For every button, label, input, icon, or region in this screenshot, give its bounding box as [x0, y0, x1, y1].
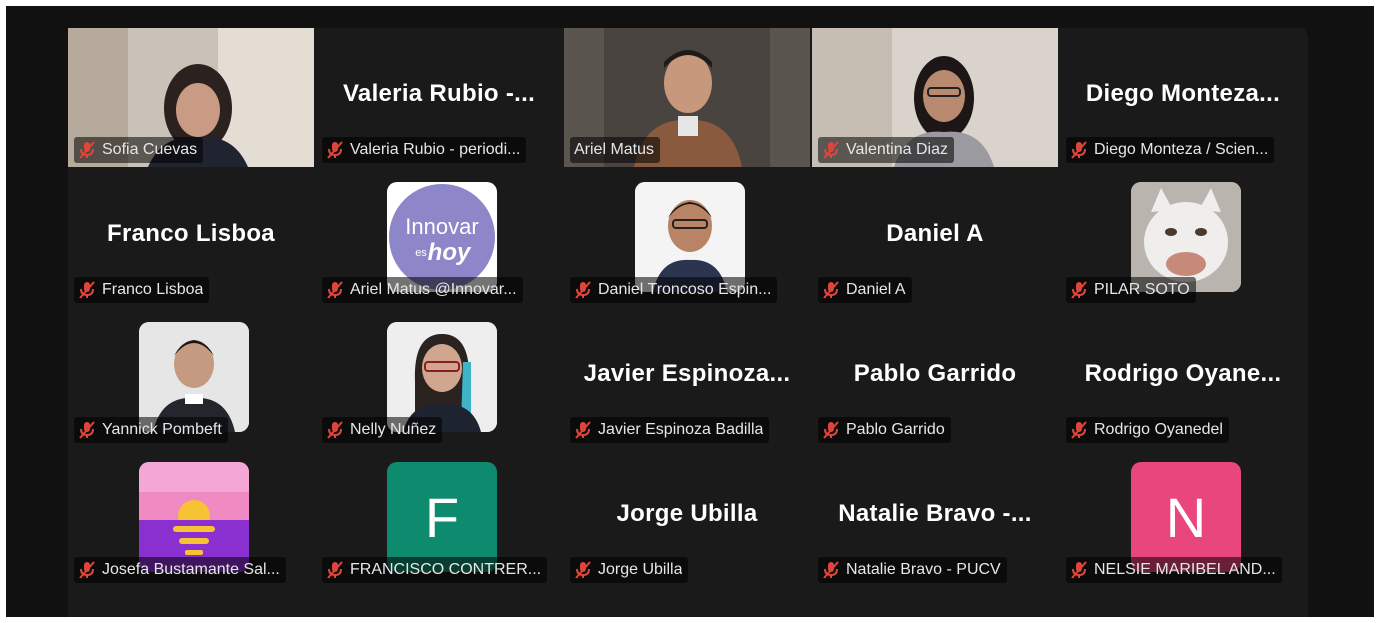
name-label: Valentina Diaz	[818, 137, 954, 163]
participant-tile-sofia[interactable]: Sofia Cuevas	[68, 28, 314, 167]
name-label: Natalie Bravo - PUCV	[818, 557, 1007, 583]
profile-picture	[139, 322, 249, 432]
participant-display-name: Valeria Rubio -...	[342, 80, 536, 107]
name-label: Ariel Matus	[570, 137, 661, 163]
svg-text:hoy: hoy	[428, 239, 472, 266]
participant-display-name: Pablo Garrido	[853, 360, 1017, 387]
name-label: FRANCISCO CONTRER...	[322, 557, 548, 583]
participant-tile-nelsie[interactable]: N NELSIE MARIBEL AND...	[1060, 448, 1306, 587]
participant-display-name: Rodrigo Oyane...	[1084, 360, 1282, 387]
person-photo	[635, 182, 745, 292]
profile-picture	[387, 322, 497, 432]
name-label: Pablo Garrido	[818, 417, 951, 443]
participant-tile-daniel-troncoso[interactable]: Daniel Troncoso Espin...	[564, 168, 810, 307]
participant-tile-daniel-a[interactable]: Daniel A Daniel A	[812, 168, 1058, 307]
participant-display-name: Diego Monteza...	[1085, 80, 1281, 107]
participant-tile-pilar[interactable]: PILAR SOTO	[1060, 168, 1306, 307]
name-label: Daniel A	[818, 277, 912, 303]
muted-mic-icon	[327, 141, 343, 159]
muted-mic-icon	[823, 281, 839, 299]
participant-tile-ariel-speaking[interactable]: Ariel Matus	[564, 28, 810, 167]
gallery-view: Sofia Cuevas Valeria Rubio -... Valeria …	[68, 28, 1308, 617]
muted-mic-icon	[575, 421, 591, 439]
name-label: Nelly Nuñez	[322, 417, 443, 443]
name-label: Sofia Cuevas	[74, 137, 204, 163]
name-label: Daniel Troncoso Espin...	[570, 277, 778, 303]
name-label: Yannick Pombeft	[74, 417, 228, 443]
participant-tile-natalie[interactable]: Natalie Bravo -... Natalie Bravo - PUCV	[812, 448, 1058, 587]
sunset-image	[139, 462, 249, 572]
innovar-logo: Innovar es hoy	[389, 184, 495, 290]
name-label: NELSIE MARIBEL AND...	[1066, 557, 1282, 583]
muted-mic-icon	[823, 141, 839, 159]
svg-text:es: es	[415, 247, 427, 259]
muted-mic-icon	[79, 281, 95, 299]
participant-tile-valentina[interactable]: Valentina Diaz	[812, 28, 1058, 167]
participant-tile-francisco[interactable]: F FRANCISCO CONTRER...	[316, 448, 562, 587]
muted-mic-icon	[575, 281, 591, 299]
name-label: Rodrigo Oyanedel	[1066, 417, 1229, 443]
participant-tile-javier[interactable]: Javier Espinoza... Javier Espinoza Badil…	[564, 308, 810, 447]
name-label: Ariel Matus @Innovar...	[322, 277, 523, 303]
participant-display-name: Franco Lisboa	[107, 220, 275, 247]
muted-mic-icon	[823, 561, 839, 579]
participant-display-name: Daniel A	[886, 220, 984, 247]
svg-text:Innovar: Innovar	[405, 214, 478, 239]
profile-picture	[635, 182, 745, 292]
name-label: Jorge Ubilla	[570, 557, 689, 583]
muted-mic-icon	[79, 141, 95, 159]
participant-tile-pablo[interactable]: Pablo Garrido Pablo Garrido	[812, 308, 1058, 447]
participant-tile-valeria[interactable]: Valeria Rubio -... Valeria Rubio - perio…	[316, 28, 562, 167]
participant-tile-diego[interactable]: Diego Monteza... Diego Monteza / Scien..…	[1060, 28, 1306, 167]
participant-tile-franco[interactable]: Franco Lisboa Franco Lisboa	[68, 168, 314, 307]
profile-picture-innovar-logo: Innovar es hoy	[387, 182, 497, 292]
muted-mic-icon	[327, 281, 343, 299]
name-label: Valeria Rubio - periodi...	[322, 137, 527, 163]
muted-mic-icon	[1071, 421, 1087, 439]
participant-tile-yannick[interactable]: Yannick Pombeft	[68, 308, 314, 447]
participant-tile-jorge[interactable]: Jorge Ubilla Jorge Ubilla	[564, 448, 810, 587]
avatar-initial: F	[387, 462, 497, 572]
name-label: Javier Espinoza Badilla	[570, 417, 770, 443]
muted-mic-icon	[327, 561, 343, 579]
avatar-initial: N	[1131, 462, 1241, 572]
participant-tile-innovar[interactable]: Innovar es hoy Ariel Matus @Innovar...	[316, 168, 562, 307]
muted-mic-icon	[1071, 281, 1087, 299]
participant-display-name: Javier Espinoza...	[583, 360, 791, 387]
profile-picture-sunset	[139, 462, 249, 572]
participant-tile-josefa[interactable]: Josefa Bustamante Sal...	[68, 448, 314, 587]
participant-display-name: Jorge Ubilla	[616, 500, 758, 527]
muted-mic-icon	[327, 421, 343, 439]
muted-mic-icon	[575, 561, 591, 579]
person-photo	[387, 322, 497, 432]
profile-picture-cat	[1131, 182, 1241, 292]
muted-mic-icon	[79, 421, 95, 439]
person-photo	[139, 322, 249, 432]
participant-tile-nelly[interactable]: Nelly Nuñez	[316, 308, 562, 447]
participant-display-name: Natalie Bravo -...	[838, 500, 1032, 527]
name-label: PILAR SOTO	[1066, 277, 1196, 303]
muted-mic-icon	[79, 561, 95, 579]
muted-mic-icon	[823, 421, 839, 439]
name-label: Josefa Bustamante Sal...	[74, 557, 286, 583]
muted-mic-icon	[1071, 561, 1087, 579]
cat-photo	[1131, 182, 1241, 292]
name-label: Franco Lisboa	[74, 277, 210, 303]
muted-mic-icon	[1071, 141, 1087, 159]
meeting-window: Sofia Cuevas Valeria Rubio -... Valeria …	[6, 6, 1374, 617]
name-label: Diego Monteza / Scien...	[1066, 137, 1275, 163]
participant-tile-rodrigo[interactable]: Rodrigo Oyane... Rodrigo Oyanedel	[1060, 308, 1306, 447]
